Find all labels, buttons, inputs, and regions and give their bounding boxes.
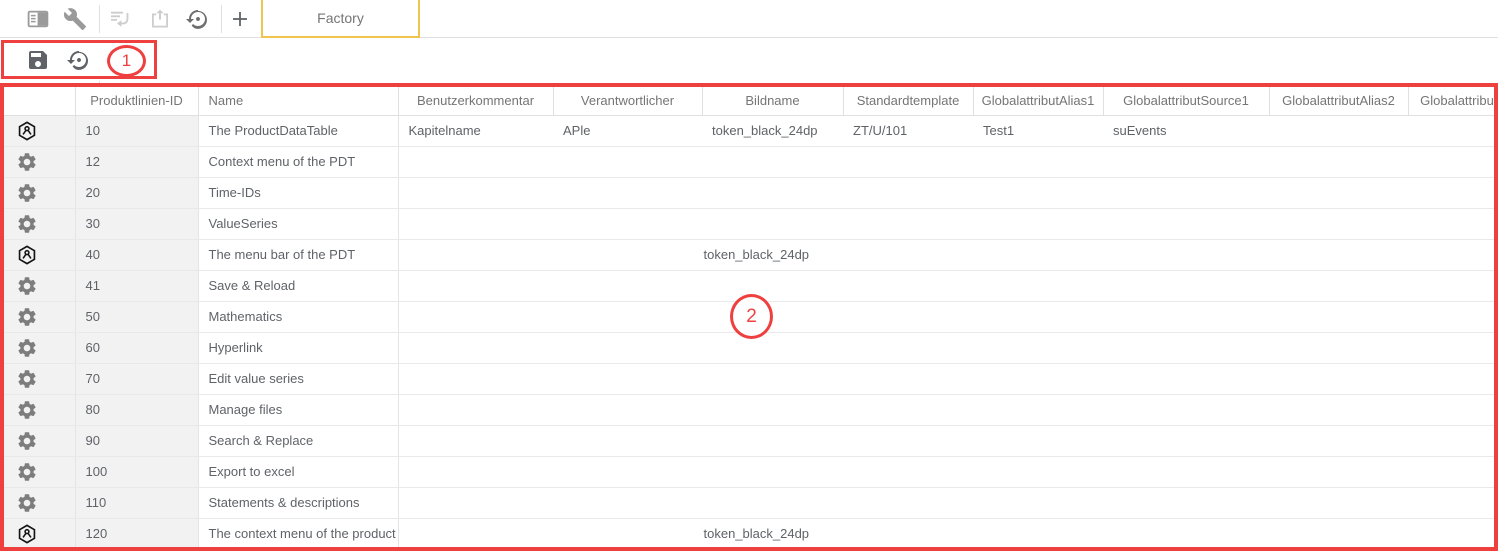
- table-row[interactable]: 120 The context menu of the product toke…: [0, 518, 1498, 549]
- merged-cell[interactable]: token_black_24dp: [398, 518, 1498, 549]
- main-toolbar: Factory: [0, 0, 1498, 38]
- gear-icon: [16, 492, 38, 514]
- column-header-name[interactable]: Name: [198, 87, 398, 115]
- save-button[interactable]: [26, 48, 50, 72]
- merged-cell[interactable]: token_black_24dp: [398, 239, 1498, 270]
- tab-factory-label: Factory: [317, 10, 364, 26]
- toolbar-separator: [221, 5, 222, 33]
- gear-icon: [16, 368, 38, 390]
- plus-icon: [228, 7, 252, 31]
- column-header-bildname[interactable]: Bildname: [702, 87, 843, 115]
- column-header-icon[interactable]: [0, 87, 75, 115]
- table-row[interactable]: 40 The menu bar of the PDT token_black_2…: [0, 239, 1498, 270]
- column-header-globalattributalias1[interactable]: GlobalattributAlias1: [973, 87, 1103, 115]
- settings-wrench-button[interactable]: [63, 7, 87, 31]
- low-priority-button[interactable]: [108, 7, 132, 31]
- gear-icon: [16, 275, 38, 297]
- header-row: Produktlinien-ID Name Benutzerkommentar …: [0, 87, 1498, 115]
- add-tab-button[interactable]: [228, 7, 252, 31]
- history-icon: [186, 7, 210, 31]
- toolbar-separator: [99, 5, 100, 33]
- table-row[interactable]: 110 Statements & descriptions: [0, 487, 1498, 518]
- edit-toolbar: [0, 39, 1498, 80]
- column-header-globalattributsource2[interactable]: GlobalattributSource2: [1408, 87, 1498, 115]
- reader-mode-button[interactable]: [26, 7, 50, 31]
- gear-icon: [16, 182, 38, 204]
- reader-mode-icon: [26, 7, 50, 31]
- table-row[interactable]: 30 ValueSeries: [0, 208, 1498, 239]
- product-data-table: Produktlinien-ID Name Benutzerkommentar …: [0, 87, 1498, 549]
- gear-icon: [16, 337, 38, 359]
- app-window: Factory Produktlinien-ID Name Benutzerko…: [0, 0, 1498, 551]
- table-row[interactable]: 10 The ProductDataTable Kapitelname APle…: [0, 115, 1498, 146]
- wrench-icon: [63, 7, 87, 31]
- gear-icon: [16, 461, 38, 483]
- gear-icon: [16, 151, 38, 173]
- table-row[interactable]: 60 Hyperlink: [0, 332, 1498, 363]
- history-button[interactable]: [186, 7, 210, 31]
- table-row[interactable]: 90 Search & Replace: [0, 425, 1498, 456]
- reload-button[interactable]: [67, 48, 91, 72]
- table-row[interactable]: 50 Mathematics: [0, 301, 1498, 332]
- table-row[interactable]: 20 Time-IDs: [0, 177, 1498, 208]
- upload-button[interactable]: [148, 7, 172, 31]
- gear-icon: [16, 213, 38, 235]
- table-row[interactable]: 100 Export to excel: [0, 456, 1498, 487]
- history-icon: [67, 48, 91, 72]
- column-header-produktlinien-id[interactable]: Produktlinien-ID: [75, 87, 198, 115]
- gear-icon: [16, 399, 38, 421]
- table-row[interactable]: 70 Edit value series: [0, 363, 1498, 394]
- column-header-globalattributsource1[interactable]: GlobalattributSource1: [1103, 87, 1269, 115]
- upload-icon: [148, 7, 172, 31]
- tab-factory[interactable]: Factory: [261, 0, 420, 38]
- table-row[interactable]: 12 Context menu of the PDT: [0, 146, 1498, 177]
- table-row[interactable]: 80 Manage files: [0, 394, 1498, 425]
- column-header-globalattributalias2[interactable]: GlobalattributAlias2: [1269, 87, 1408, 115]
- column-header-verantwortlicher[interactable]: Verantwortlicher: [553, 87, 702, 115]
- token-icon: [16, 244, 38, 266]
- gear-icon: [16, 306, 38, 328]
- table-row[interactable]: 41 Save & Reload: [0, 270, 1498, 301]
- column-header-standardtemplate[interactable]: Standardtemplate: [843, 87, 973, 115]
- column-header-benutzerkommentar[interactable]: Benutzerkommentar: [398, 87, 553, 115]
- token-icon: [16, 523, 38, 545]
- token-icon: [16, 120, 38, 142]
- low-priority-icon: [108, 7, 132, 31]
- save-icon: [26, 48, 50, 72]
- gear-icon: [16, 430, 38, 452]
